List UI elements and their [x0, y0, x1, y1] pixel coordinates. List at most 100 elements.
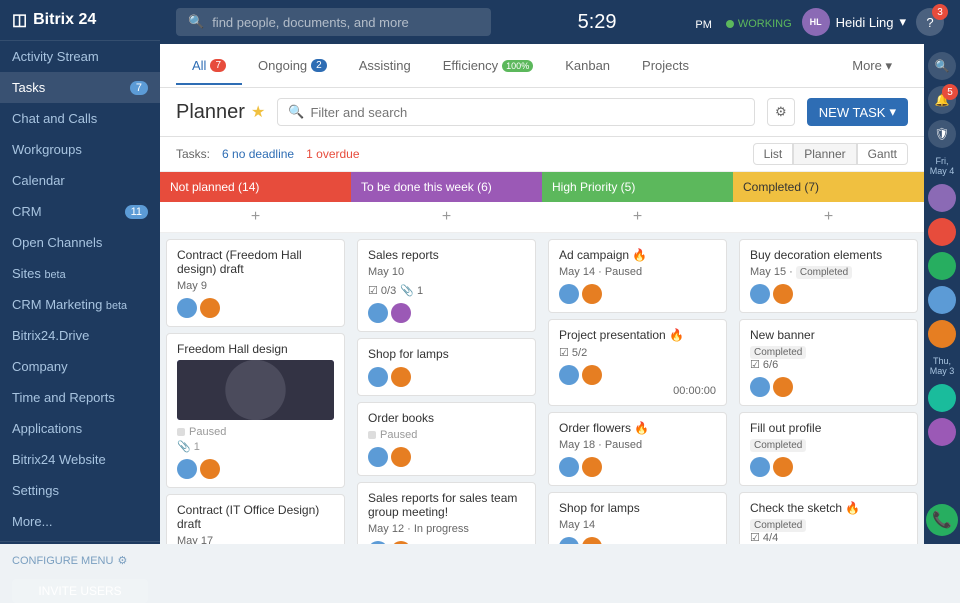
view-gantt-btn[interactable]: Gantt	[857, 143, 908, 165]
card-new-banner[interactable]: New banner Completed ☑ 6/6	[739, 319, 918, 406]
card-order-flowers[interactable]: Order flowers 🔥 May 18 · Paused	[548, 412, 727, 486]
shield-panel-icon[interactable]: 🛡	[928, 120, 956, 148]
filter-box[interactable]: 🔍	[277, 98, 754, 126]
card-avatars	[368, 303, 525, 323]
card-avatars	[750, 377, 907, 397]
sidebar-item-crm-marketing[interactable]: CRM Marketing beta	[0, 289, 160, 320]
card-avatars	[368, 447, 525, 467]
sidebar-item-chat-calls[interactable]: Chat and Calls	[0, 103, 160, 134]
column-title-high: High Priority (5)	[552, 180, 635, 194]
view-planner-btn[interactable]: Planner	[793, 143, 856, 165]
sidebar-item-calendar[interactable]: Calendar	[0, 165, 160, 196]
configure-icon: ⚙	[117, 554, 127, 567]
configure-label: CONFIGURE MENU	[12, 555, 113, 567]
card-title: Project presentation 🔥	[559, 328, 716, 342]
view-list-btn[interactable]: List	[753, 143, 794, 165]
search-icon: 🔍	[188, 14, 204, 30]
chevron-down-icon: ▾	[899, 14, 906, 30]
app-container: ◫ Bitrix 24 Activity Stream Tasks 7 Chat…	[0, 0, 960, 544]
new-task-button[interactable]: NEW TASK ▾	[807, 98, 908, 126]
sidebar-item-crm[interactable]: CRM 11	[0, 196, 160, 227]
avatar	[391, 447, 411, 467]
card-contract-freedom-hall[interactable]: Contract (Freedom Hall design) draft May…	[166, 239, 345, 327]
column-add-todo[interactable]: +	[351, 202, 542, 233]
tab-ongoing-badge: 2	[311, 59, 327, 72]
card-fill-out-profile[interactable]: Fill out profile Completed	[739, 412, 918, 486]
card-date: May 15 · Completed	[750, 266, 907, 278]
sidebar-item-more[interactable]: More...	[0, 506, 160, 537]
notification-btn[interactable]: ? 3	[916, 8, 944, 36]
card-title: Fill out profile	[750, 421, 907, 435]
column-add-not-planned[interactable]: +	[160, 202, 351, 233]
gear-button[interactable]: ⚙	[767, 98, 795, 126]
card-title: Ad campaign 🔥	[559, 248, 716, 262]
status-dot	[368, 431, 376, 439]
search-panel-icon[interactable]: 🔍	[928, 52, 956, 80]
card-ad-campaign[interactable]: Ad campaign 🔥 May 14 · Paused	[548, 239, 727, 313]
right-panel-avatar-6[interactable]	[928, 384, 956, 412]
avatar	[391, 303, 411, 323]
user-name: Heidi Ling	[836, 15, 894, 30]
right-panel-avatar-2[interactable]	[928, 218, 956, 246]
right-panel-avatar-4[interactable]	[928, 286, 956, 314]
sidebar-item-bitrix24-drive[interactable]: Bitrix24.Drive	[0, 320, 160, 351]
sidebar-item-workgroups[interactable]: Workgroups	[0, 134, 160, 165]
status-dot	[177, 428, 185, 436]
avatar	[368, 303, 388, 323]
tab-assisting-label: Assisting	[359, 58, 411, 73]
notif-panel-icon[interactable]: 🔔 5	[928, 86, 956, 114]
sidebar-label-activity-stream: Activity Stream	[12, 49, 99, 64]
avatar[interactable]: HL	[802, 8, 830, 36]
search-input[interactable]	[212, 15, 479, 30]
tasks-count-link[interactable]: 6 no deadline	[222, 147, 294, 161]
sidebar-item-settings[interactable]: Settings	[0, 475, 160, 506]
card-status: Completed	[750, 519, 907, 531]
column-add-high[interactable]: +	[542, 202, 733, 233]
tab-ongoing[interactable]: Ongoing 2	[242, 46, 343, 85]
filter-input[interactable]	[310, 105, 743, 120]
sidebar-label-crm: CRM	[12, 204, 42, 219]
column-add-completed[interactable]: +	[733, 202, 924, 233]
right-panel-avatar-5[interactable]	[928, 320, 956, 348]
phone-button[interactable]: 📞	[926, 504, 958, 536]
card-shop-lamps-high[interactable]: Shop for lamps May 14	[548, 492, 727, 544]
sidebar-item-time-reports[interactable]: Time and Reports	[0, 382, 160, 413]
right-panel-avatar-1[interactable]	[928, 184, 956, 212]
card-title: Order flowers 🔥	[559, 421, 716, 435]
tab-efficiency[interactable]: Efficiency 100%	[427, 46, 549, 85]
card-sales-reports-group[interactable]: Sales reports for sales team group meeti…	[357, 482, 536, 544]
avatar	[582, 537, 602, 544]
sidebar-item-tasks[interactable]: Tasks 7	[0, 72, 160, 103]
tab-kanban[interactable]: Kanban	[549, 46, 626, 85]
sidebar-item-open-channels[interactable]: Open Channels	[0, 227, 160, 258]
card-check-sketch[interactable]: Check the sketch 🔥 Completed ☑ 4/4	[739, 492, 918, 544]
sidebar-item-sites[interactable]: Sites beta	[0, 258, 160, 289]
sidebar-item-activity-stream[interactable]: Activity Stream	[0, 41, 160, 72]
right-panel-avatar-7[interactable]	[928, 418, 956, 446]
avatar	[559, 457, 579, 477]
card-contract-it-office[interactable]: Contract (IT Office Design) draft May 17	[166, 494, 345, 544]
card-shop-lamps-todo[interactable]: Shop for lamps	[357, 338, 536, 396]
tab-all[interactable]: All 7	[176, 46, 242, 85]
card-freedom-hall-design[interactable]: Freedom Hall design Paused 📎 1	[166, 333, 345, 488]
tab-more[interactable]: More ▾	[836, 46, 908, 86]
card-buy-decoration[interactable]: Buy decoration elements May 15 · Complet…	[739, 239, 918, 313]
card-project-presentation[interactable]: Project presentation 🔥 ☑ 5/2 00:00:00	[548, 319, 727, 406]
right-panel-avatar-3[interactable]	[928, 252, 956, 280]
sidebar-item-company[interactable]: Company	[0, 351, 160, 382]
configure-menu-btn[interactable]: CONFIGURE MENU ⚙	[0, 546, 160, 575]
column-cards-completed: Buy decoration elements May 15 · Complet…	[733, 233, 924, 544]
card-checks: ☑ 6/6	[750, 358, 907, 371]
sidebar-item-bitrix24-website[interactable]: Bitrix24 Website	[0, 444, 160, 475]
tab-assisting[interactable]: Assisting	[343, 46, 427, 85]
avatar	[559, 537, 579, 544]
card-sales-reports[interactable]: Sales reports May 10 ☑ 0/3 📎 1	[357, 239, 536, 332]
status-text: Paused	[189, 426, 226, 438]
tab-projects[interactable]: Projects	[626, 46, 705, 85]
sidebar-item-applications[interactable]: Applications	[0, 413, 160, 444]
column-cards-todo: Sales reports May 10 ☑ 0/3 📎 1	[351, 233, 542, 544]
search-box[interactable]: 🔍	[176, 8, 491, 36]
invite-users-btn[interactable]: INVITE USERS	[12, 579, 148, 603]
card-order-books[interactable]: Order books Paused	[357, 402, 536, 476]
fire-icon: 🔥	[845, 501, 860, 515]
